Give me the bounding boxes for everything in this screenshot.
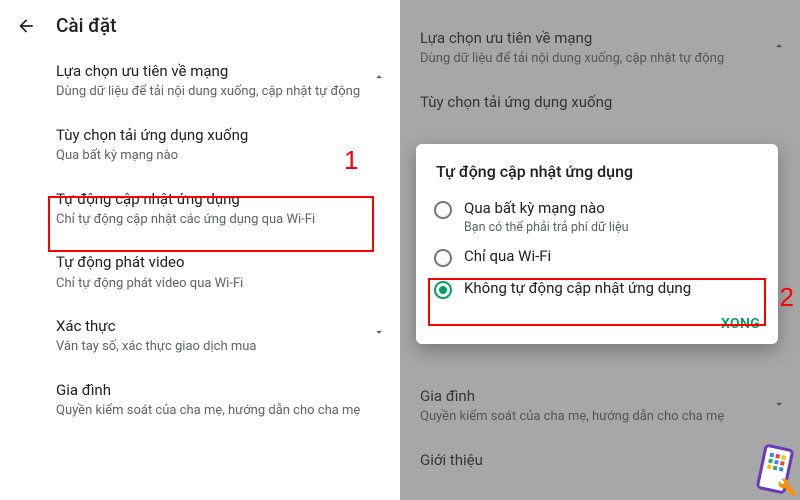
settings-item-network[interactable]: Lựa chọn ưu tiên về mạng Dùng dữ liệu để… <box>0 49 400 113</box>
chevron-up-icon <box>772 38 786 57</box>
bg-item-family: Gia đình Quyền kiểm soát của cha mẹ, hướ… <box>400 374 800 438</box>
item-title: Tùy chọn tải ứng dụng xuống <box>56 125 372 145</box>
radio-icon-selected <box>434 281 452 299</box>
annotation-2: 2 <box>780 282 794 313</box>
radio-label: Qua bất kỳ mạng nào <box>464 199 628 219</box>
done-button[interactable]: XONG <box>721 316 760 332</box>
radio-option-any-network[interactable]: Qua bất kỳ mạng nào Bạn có thể phải trả … <box>416 193 778 241</box>
item-sub: Vân tay số, xác thực giao dịch mua <box>56 338 372 356</box>
chevron-down-icon <box>772 396 786 415</box>
item-title: Tự động cập nhật ứng dụng <box>56 189 372 209</box>
item-title: Tùy chọn tải ứng dụng xuống <box>420 92 772 112</box>
item-sub: Quyền kiểm soát của cha mẹ, hướng dẫn ch… <box>56 402 372 420</box>
item-sub: Chỉ tự động cập nhật các ứng dụng qua Wi… <box>56 211 372 229</box>
back-icon[interactable] <box>16 16 36 36</box>
dialog-title: Tự động cập nhật ứng dụng <box>416 162 778 193</box>
brand-logo <box>760 446 790 492</box>
item-sub: Dùng dữ liệu để tải nội dung xuống, cập … <box>56 83 372 101</box>
bg-item-about: Giới thiệu <box>400 438 800 470</box>
bg-item-network: Lựa chọn ưu tiên về mạng Dùng dữ liệu để… <box>400 16 800 80</box>
item-sub: Chỉ tự động phát video qua Wi-Fi <box>56 275 372 293</box>
settings-header: Cài đặt <box>0 0 400 49</box>
radio-option-wifi-only[interactable]: Chỉ qua Wi-Fi <box>416 241 778 273</box>
bg-item-download: Tùy chọn tải ứng dụng xuống <box>400 80 800 126</box>
item-title: Lựa chọn ưu tiên về mạng <box>420 28 772 48</box>
radio-icon <box>434 201 452 219</box>
settings-item-family[interactable]: Gia đình Quyền kiểm soát của cha mẹ, hướ… <box>0 368 400 432</box>
dialog-actions: XONG <box>416 305 778 338</box>
radio-icon <box>434 249 452 267</box>
settings-item-autoplay[interactable]: Tự động phát video Chỉ tự động phát vide… <box>0 240 400 304</box>
chevron-up-icon <box>372 69 386 88</box>
radio-label: Chỉ qua Wi-Fi <box>464 247 551 267</box>
chevron-down-icon <box>372 324 386 343</box>
settings-item-auto-update[interactable]: Tự động cập nhật ứng dụng Chỉ tự động cậ… <box>0 177 400 241</box>
wrench-icon <box>772 472 798 498</box>
settings-list: Lựa chọn ưu tiên về mạng Dùng dữ liệu để… <box>0 49 400 432</box>
item-title: Lựa chọn ưu tiên về mạng <box>56 61 372 81</box>
item-title: Xác thực <box>56 316 372 336</box>
page-title: Cài đặt <box>56 14 116 37</box>
item-title: Tự động phát video <box>56 252 372 272</box>
item-sub: Qua bất kỳ mạng nào <box>56 147 372 165</box>
left-panel: Cài đặt Lựa chọn ưu tiên về mạng Dùng dữ… <box>0 0 400 500</box>
item-title: Gia đình <box>56 380 372 400</box>
right-panel: Lựa chọn ưu tiên về mạng Dùng dữ liệu để… <box>400 0 800 500</box>
radio-label: Không tự động cập nhật ứng dụng <box>464 279 691 299</box>
radio-option-dont-update[interactable]: Không tự động cập nhật ứng dụng <box>416 273 778 305</box>
radio-sub: Bạn có thể phải trả phí dữ liệu <box>464 220 628 235</box>
item-sub: Quyền kiểm soát của cha mẹ, hướng dẫn ch… <box>420 408 772 426</box>
item-title: Giới thiệu <box>420 450 772 470</box>
auto-update-dialog: Tự động cập nhật ứng dụng Qua bất kỳ mạn… <box>416 144 778 344</box>
settings-item-download-pref[interactable]: Tùy chọn tải ứng dụng xuống Qua bất kỳ m… <box>0 113 400 177</box>
item-sub: Dùng dữ liệu để tải nội dung xuống, cập … <box>420 50 772 68</box>
item-title: Gia đình <box>420 386 772 406</box>
settings-item-auth[interactable]: Xác thực Vân tay số, xác thực giao dịch … <box>0 304 400 368</box>
